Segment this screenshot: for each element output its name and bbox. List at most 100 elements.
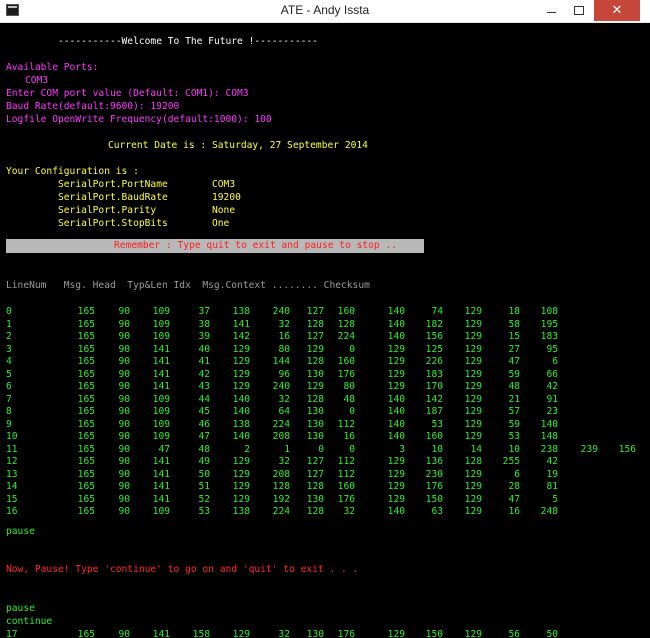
row-line-number: 10 xyxy=(6,431,18,442)
row-line-number: 12 xyxy=(6,456,18,467)
row-line-number: 5 xyxy=(6,368,12,380)
row-value: 129 xyxy=(387,468,405,480)
row-value: 140 xyxy=(387,506,405,517)
row-line-number: 14 xyxy=(6,481,18,492)
minimize-button[interactable] xyxy=(538,0,564,21)
row-line-number: 4 xyxy=(6,356,12,367)
row-value: 28 xyxy=(508,481,520,492)
row-value: 90 xyxy=(118,443,130,455)
row-value: 109 xyxy=(152,331,170,342)
row-value: 129 xyxy=(387,456,405,467)
row-value: 138 xyxy=(232,306,250,317)
row-value: 165 xyxy=(77,468,95,480)
row-value: 41 xyxy=(198,356,210,367)
row-value: 51 xyxy=(198,481,210,492)
row-value: 140 xyxy=(232,406,250,417)
row-value: 160 xyxy=(337,356,355,367)
row-value: 46 xyxy=(198,418,210,430)
row-value: 109 xyxy=(152,506,170,517)
row-value: 195 xyxy=(540,318,558,330)
row-value: 129 xyxy=(464,406,482,417)
row-value: 0 xyxy=(349,443,355,455)
row-value: 129 xyxy=(387,381,405,392)
row-line-number: 17 xyxy=(6,629,18,638)
row-value: 129 xyxy=(464,356,482,367)
title-bar[interactable]: ATE - Andy Issta ✕ xyxy=(0,0,650,23)
row-value: 160 xyxy=(425,431,443,442)
row-value: 39 xyxy=(198,331,210,342)
row-value: 224 xyxy=(337,331,355,342)
close-button[interactable]: ✕ xyxy=(594,0,640,21)
row-value: 165 xyxy=(77,493,95,505)
row-value: 112 xyxy=(337,418,355,430)
row-value: 129 xyxy=(464,368,482,380)
row-value: 74 xyxy=(431,306,443,317)
row-value: 140 xyxy=(387,393,405,405)
row-value: 109 xyxy=(152,418,170,430)
config-value: None xyxy=(212,205,236,216)
console-output[interactable]: -----------Welcome To The Future !------… xyxy=(0,22,650,638)
row-value: 112 xyxy=(337,456,355,467)
available-ports-label: Available Ports: xyxy=(6,62,99,73)
row-value: 52 xyxy=(198,493,210,505)
row-value: 141 xyxy=(152,456,170,467)
row-value: 129 xyxy=(464,431,482,442)
row-line-number: 11 xyxy=(6,443,18,455)
row-value: 165 xyxy=(77,443,95,455)
row-value: 18 xyxy=(508,306,520,317)
row-value: 90 xyxy=(118,381,130,392)
com-port-prompt: Enter COM port value (Default: COM1): CO… xyxy=(6,88,249,99)
row-value: 15 xyxy=(508,331,520,342)
row-value: 128 xyxy=(337,318,355,330)
row-value: 165 xyxy=(77,318,95,330)
row-value: 230 xyxy=(425,468,443,480)
row-value: 129 xyxy=(232,343,250,355)
row-value: 50 xyxy=(546,629,558,638)
row-value: 165 xyxy=(77,629,95,638)
row-value: 150 xyxy=(425,493,443,505)
row-value: 129 xyxy=(232,368,250,380)
row-value: 129 xyxy=(464,418,482,430)
row-value: 129 xyxy=(464,493,482,505)
row-value: 140 xyxy=(540,418,558,430)
row-value: 14 xyxy=(470,443,482,455)
row-value: 140 xyxy=(387,306,405,317)
row-value: 129 xyxy=(232,456,250,467)
row-value: 42 xyxy=(546,381,558,392)
row-value: 129 xyxy=(464,629,482,638)
row-value: 90 xyxy=(118,406,130,417)
row-value: 125 xyxy=(425,343,443,355)
pause-command: pause xyxy=(6,526,35,537)
config-key: SerialPort.Parity xyxy=(58,205,157,216)
maximize-button[interactable] xyxy=(566,0,592,21)
row-value: 148 xyxy=(540,431,558,442)
config-key: SerialPort.BaudRate xyxy=(58,192,168,203)
row-value: 109 xyxy=(152,393,170,405)
row-value: 187 xyxy=(425,406,443,417)
row-value: 129 xyxy=(464,506,482,517)
row-value: 140 xyxy=(232,431,250,442)
row-value: 165 xyxy=(77,418,95,430)
row-value: 129 xyxy=(387,629,405,638)
row-value: 129 xyxy=(232,381,250,392)
row-value: 129 xyxy=(464,331,482,342)
row-line-number: 13 xyxy=(6,468,18,480)
row-value: 5 xyxy=(552,493,558,505)
app-window: ATE - Andy Issta ✕ -----------Welcome To… xyxy=(0,0,650,638)
row-value: 141 xyxy=(152,481,170,492)
row-value: 129 xyxy=(464,481,482,492)
row-value: 47 xyxy=(158,443,170,455)
row-value: 140 xyxy=(387,331,405,342)
row-value: 112 xyxy=(337,468,355,480)
close-icon: ✕ xyxy=(611,2,623,17)
row-value: 141 xyxy=(152,468,170,480)
minimize-icon xyxy=(546,12,556,14)
row-value: 165 xyxy=(77,306,95,317)
row-value: 90 xyxy=(118,306,130,317)
pause-command-2: pause xyxy=(6,603,35,614)
row-value: 44 xyxy=(198,393,210,405)
row-value: 56 xyxy=(508,629,520,638)
row-value: 50 xyxy=(198,468,210,480)
row-value: 129 xyxy=(387,368,405,380)
config-value: COM3 xyxy=(212,179,236,190)
